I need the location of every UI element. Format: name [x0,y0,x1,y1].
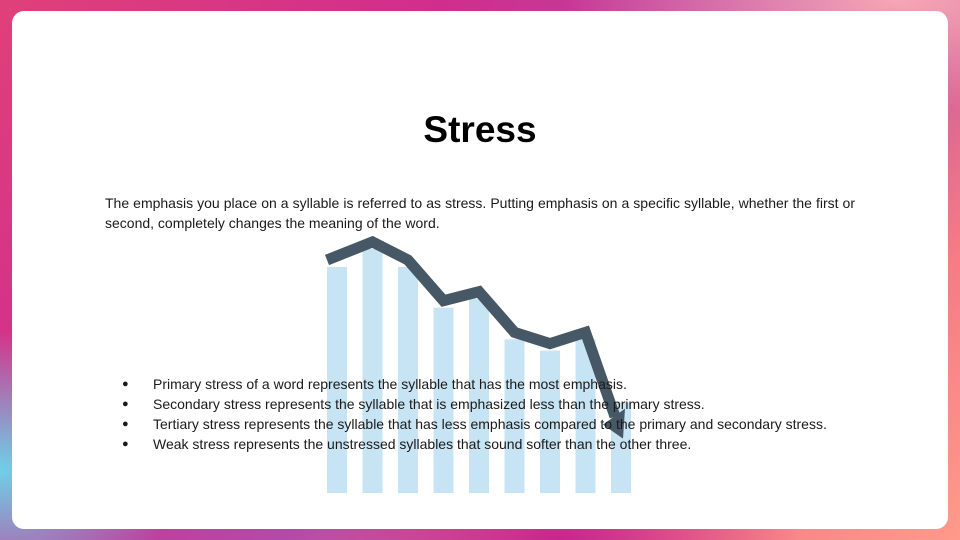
bullet-icon: ● [122,398,129,410]
declining-bar-chart-icon [324,235,631,493]
list-item: ● Secondary stress represents the syllab… [122,394,855,414]
list-item: ● Primary stress of a word represents th… [122,374,855,394]
bullet-icon: ● [122,378,129,390]
bullet-list: ● Primary stress of a word represents th… [122,374,855,454]
chart-bars [327,248,631,493]
chart-bar [362,248,383,493]
bullet-icon: ● [122,418,129,430]
bullet-icon: ● [122,438,129,450]
bullet-text: Weak stress represents the unstressed sy… [153,436,692,452]
list-item: ● Weak stress represents the unstressed … [122,434,855,454]
slide-title: Stress [423,109,537,150]
bullet-text: Tertiary stress represents the syllable … [153,416,827,432]
intro-paragraph: The emphasis you place on a syllable is … [105,195,855,231]
bullet-text: Secondary stress represents the syllable… [153,396,705,412]
bullet-text: Primary stress of a word represents the … [153,376,627,392]
list-item: ● Tertiary stress represents the syllabl… [122,414,855,434]
